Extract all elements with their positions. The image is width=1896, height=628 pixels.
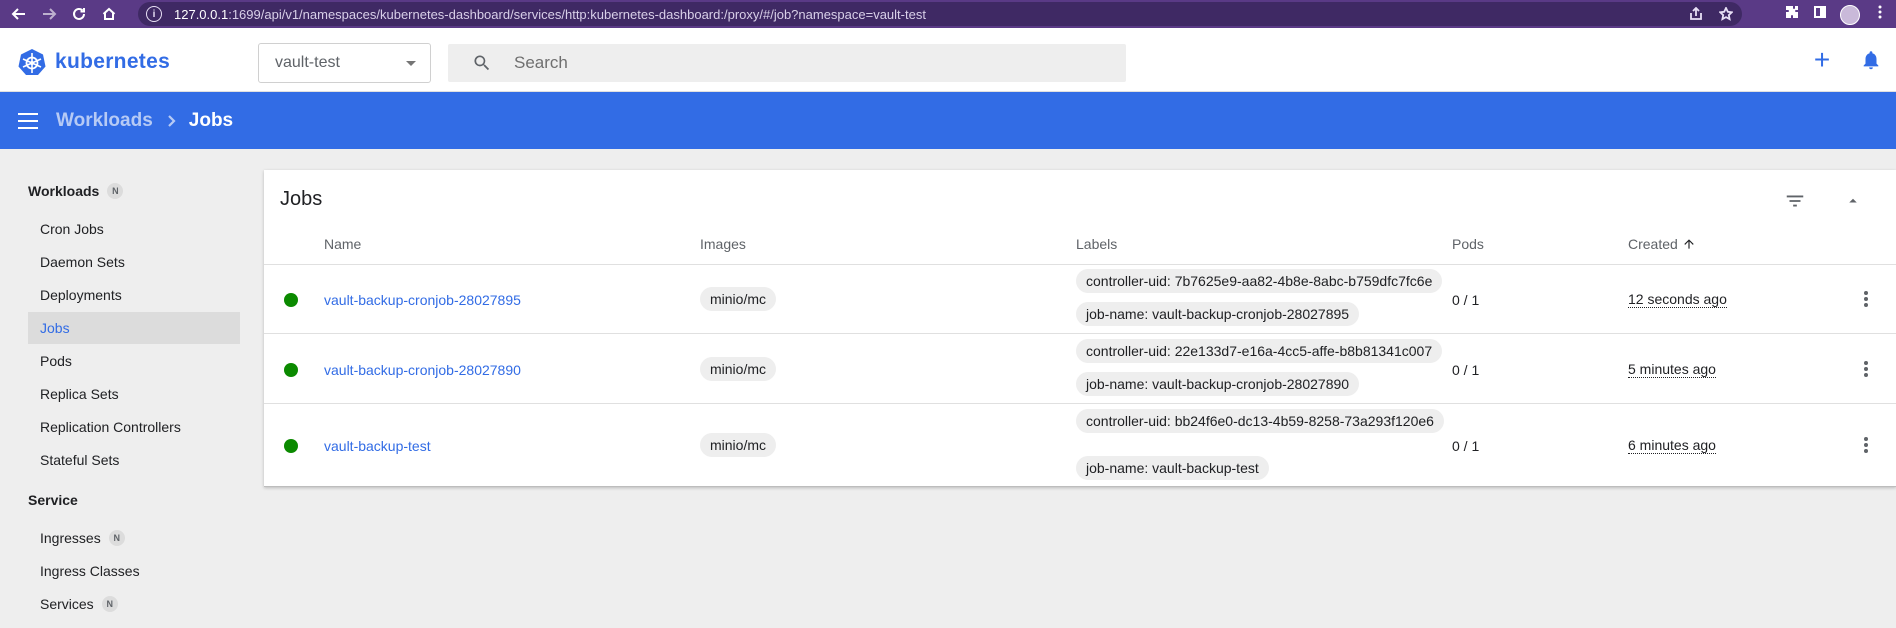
side-panel-icon[interactable]: [1812, 4, 1828, 25]
namespaced-badge: N: [107, 183, 124, 199]
status-running-icon: [284, 439, 298, 453]
jobs-card: Jobs Name Images Labels Pods Created vau…: [264, 170, 1896, 487]
more-vert-icon[interactable]: [1856, 359, 1876, 379]
table-row[interactable]: vault-backup-test minio/mc controller-ui…: [264, 405, 1896, 487]
column-header-created[interactable]: Created: [1628, 236, 1696, 252]
address-bar[interactable]: i 127.0.0.1:1699/api/v1/namespaces/kuber…: [138, 2, 1742, 26]
browser-menu-icon[interactable]: [1872, 4, 1888, 25]
sidebar-item-stateful-sets[interactable]: Stateful Sets: [28, 444, 240, 476]
page-title: Jobs: [188, 109, 234, 131]
search-input[interactable]: [514, 53, 1094, 73]
label-chip: controller-uid: bb24f6e0-dc13-4b59-8258-…: [1076, 409, 1444, 433]
sidebar: Workloads N Cron Jobs Daemon Sets Deploy…: [0, 149, 250, 628]
dropdown-caret-icon: [406, 61, 416, 66]
column-header-name[interactable]: Name: [324, 236, 361, 252]
plus-icon[interactable]: +: [1810, 46, 1834, 74]
sidebar-section-label: Workloads: [28, 183, 100, 199]
app-toolbar: kubernetes vault-test +: [0, 28, 1896, 92]
sidebar-item-label: Services: [40, 596, 94, 612]
label-chip: job-name: vault-backup-test: [1076, 456, 1269, 480]
kubernetes-wheel-icon: [18, 49, 46, 75]
brand-name: kubernetes: [55, 50, 171, 73]
namespace-select[interactable]: vault-test: [258, 43, 431, 83]
sidebar-item-services[interactable]: Services N: [28, 588, 240, 620]
status-running-icon: [284, 293, 298, 307]
more-vert-icon[interactable]: [1856, 289, 1876, 309]
collapse-arrow-icon[interactable]: [1844, 192, 1862, 210]
filter-icon[interactable]: [1784, 190, 1806, 212]
column-header-labels: Labels: [1076, 236, 1118, 252]
job-name-link[interactable]: vault-backup-cronjob-28027890: [324, 362, 521, 378]
sidebar-item-replication-controllers[interactable]: Replication Controllers: [28, 411, 240, 443]
sidebar-item-pods[interactable]: Pods: [28, 345, 240, 377]
sidebar-section-label: Service: [28, 492, 78, 508]
url-text[interactable]: 127.0.0.1:1699/api/v1/namespaces/kuberne…: [174, 7, 926, 22]
column-header-pods: Pods: [1452, 236, 1484, 252]
forward-arrow-icon[interactable]: [38, 3, 60, 25]
namespace-value: vault-test: [275, 54, 340, 71]
extensions-puzzle-icon[interactable]: [1784, 4, 1800, 25]
hamburger-menu-icon[interactable]: [18, 112, 38, 129]
pods-count: 0 / 1: [1452, 362, 1480, 378]
status-running-icon: [284, 363, 298, 377]
sidebar-item-cron-jobs[interactable]: Cron Jobs: [28, 213, 240, 245]
sidebar-item-deployments[interactable]: Deployments: [28, 279, 240, 311]
url-host: 127.0.0.1: [174, 6, 229, 22]
column-header-images: Images: [700, 236, 746, 252]
sidebar-item-replica-sets[interactable]: Replica Sets: [28, 378, 240, 410]
label-chip: job-name: vault-backup-cronjob-28027895: [1076, 302, 1360, 326]
table-row[interactable]: vault-backup-cronjob-28027895 minio/mc c…: [264, 265, 1896, 334]
share-icon[interactable]: [1688, 6, 1704, 22]
image-chip: minio/mc: [700, 287, 777, 311]
image-chip: minio/mc: [700, 357, 777, 381]
more-vert-icon[interactable]: [1856, 435, 1876, 455]
url-path: :1699/api/v1/namespaces/kubernetes-dashb…: [228, 6, 926, 22]
sidebar-item-jobs[interactable]: Jobs: [28, 312, 240, 344]
browser-toolbar: i 127.0.0.1:1699/api/v1/namespaces/kuber…: [0, 0, 1896, 28]
site-info-icon[interactable]: i: [146, 6, 162, 22]
sidebar-item-ingress-classes[interactable]: Ingress Classes: [28, 555, 240, 587]
breadcrumb-workloads-link[interactable]: Workloads: [56, 110, 153, 132]
sidebar-item-label: Ingresses: [40, 530, 101, 546]
profile-avatar[interactable]: [1840, 4, 1860, 25]
sidebar-section-workloads[interactable]: Workloads N: [28, 183, 124, 199]
created-time: 6 minutes ago: [1628, 437, 1716, 454]
job-name-link[interactable]: vault-backup-test: [324, 438, 431, 454]
job-name-link[interactable]: vault-backup-cronjob-28027895: [324, 292, 521, 308]
image-chip: minio/mc: [700, 433, 777, 457]
created-time: 12 seconds ago: [1628, 291, 1727, 308]
chevron-right-icon: [163, 113, 179, 129]
label-chip: job-name: vault-backup-cronjob-28027890: [1076, 372, 1360, 396]
reload-icon[interactable]: [68, 3, 90, 25]
card-title: Jobs: [280, 188, 323, 210]
sort-arrow-up-icon: [1684, 239, 1694, 249]
table-row[interactable]: vault-backup-cronjob-28027890 minio/mc c…: [264, 335, 1896, 404]
namespaced-badge: N: [101, 596, 118, 612]
column-header-label: Created: [1628, 236, 1678, 252]
sidebar-item-daemon-sets[interactable]: Daemon Sets: [28, 246, 240, 278]
breadcrumb: Workloads Jobs: [0, 92, 1896, 149]
created-time: 5 minutes ago: [1628, 361, 1716, 378]
kubernetes-logo[interactable]: kubernetes: [18, 48, 170, 76]
label-chip: controller-uid: 22e133d7-e16a-4cc5-affe-…: [1076, 339, 1443, 363]
search-icon: [472, 53, 492, 73]
back-arrow-icon[interactable]: [8, 3, 30, 25]
home-icon[interactable]: [98, 3, 120, 25]
bell-icon[interactable]: [1860, 49, 1884, 73]
sidebar-section-service[interactable]: Service: [28, 492, 78, 508]
namespaced-badge: N: [108, 530, 125, 546]
sidebar-item-ingresses[interactable]: Ingresses N: [28, 522, 240, 554]
pods-count: 0 / 1: [1452, 292, 1480, 308]
pods-count: 0 / 1: [1452, 438, 1480, 454]
bookmark-star-icon[interactable]: [1718, 6, 1734, 22]
search-bar[interactable]: [448, 44, 1126, 82]
label-chip: controller-uid: 7b7625e9-aa82-4b8e-8abc-…: [1076, 269, 1443, 293]
